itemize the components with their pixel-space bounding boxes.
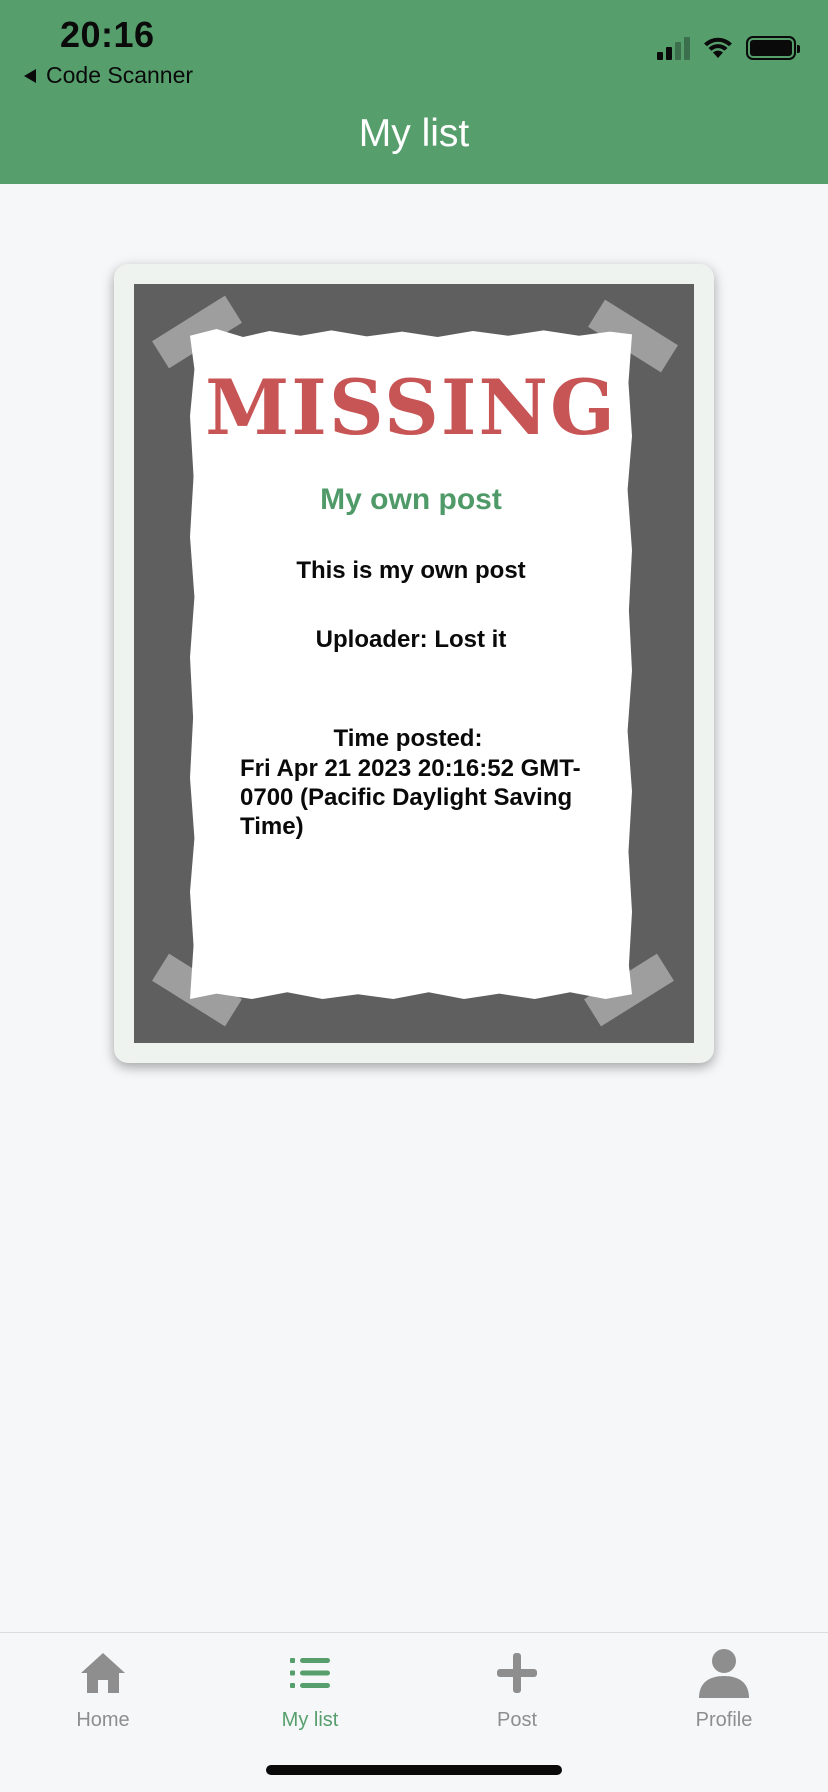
tab-profile[interactable]: Profile bbox=[634, 1647, 814, 1747]
post-description: This is my own post bbox=[296, 557, 526, 584]
poster-paper: MISSING My own post This is my own post … bbox=[190, 329, 632, 999]
wifi-icon bbox=[704, 37, 732, 58]
tab-home[interactable]: Home bbox=[13, 1647, 193, 1747]
tab-my-list[interactable]: My list bbox=[220, 1647, 400, 1747]
missing-heading: MISSING bbox=[205, 363, 617, 452]
status-time: 20:16 bbox=[60, 14, 155, 55]
cellular-signal-icon bbox=[657, 36, 690, 60]
time-posted-value: Fri Apr 21 2023 20:16:52 GMT-0700 (Pacif… bbox=[240, 755, 581, 840]
tab-post[interactable]: Post bbox=[427, 1647, 607, 1747]
missing-post-card[interactable]: MISSING My own post This is my own post … bbox=[114, 264, 714, 1063]
tab-my-list-label: My list bbox=[281, 1709, 339, 1731]
back-app-label: Code Scanner bbox=[46, 62, 194, 88]
person-icon bbox=[698, 1647, 750, 1699]
time-posted-label: Time posted: bbox=[333, 725, 483, 752]
home-indicator[interactable] bbox=[266, 1765, 562, 1775]
post-uploader: Uploader: Lost it bbox=[315, 626, 507, 653]
list-icon bbox=[284, 1647, 336, 1699]
page-title: My list bbox=[358, 112, 470, 155]
post-title: My own post bbox=[320, 483, 502, 516]
home-icon bbox=[77, 1647, 129, 1699]
poster-board: MISSING My own post This is my own post … bbox=[134, 284, 694, 1043]
back-to-app-button[interactable]: Code Scanner bbox=[24, 62, 193, 89]
status-icons bbox=[657, 36, 800, 60]
header-bar: 20:16 Code Scanner My list bbox=[0, 0, 828, 184]
tab-home-label: Home bbox=[76, 1709, 130, 1731]
tab-profile-label: Profile bbox=[695, 1709, 753, 1731]
back-arrow-icon bbox=[24, 68, 36, 83]
plus-icon bbox=[491, 1647, 543, 1699]
battery-icon bbox=[746, 36, 800, 60]
tab-post-label: Post bbox=[496, 1709, 538, 1731]
